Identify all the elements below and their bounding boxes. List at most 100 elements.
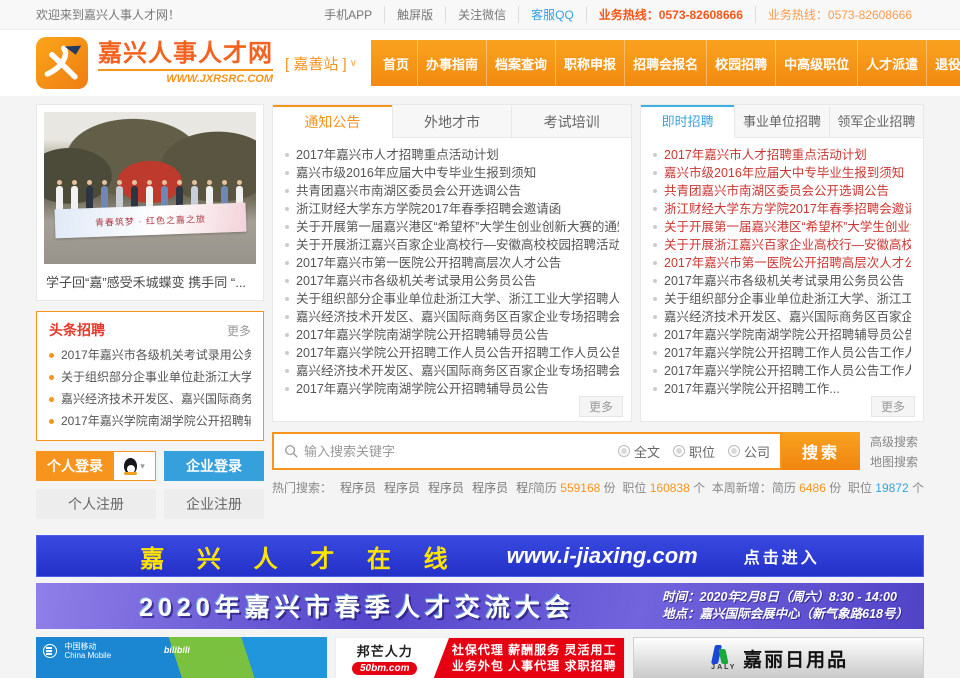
nav-item[interactable]: 校园招聘 — [706, 40, 775, 86]
notice-item[interactable]: 嘉兴经济技术开发区、嘉兴国际商务区百家企业专场招聘会公告 — [285, 308, 619, 326]
bullet-icon — [49, 397, 54, 402]
nav-item[interactable]: 办事指南 — [417, 40, 486, 86]
station-switcher[interactable]: [ 嘉善站 ] ∨ — [285, 53, 357, 74]
notice-item[interactable]: 嘉兴经济技术开发区、嘉兴国际商务区百家企业专场招聘会公告 — [285, 362, 619, 380]
hotline-secondary: 业务热线：0573-82608666 — [755, 6, 924, 23]
notice-item[interactable]: 共青团嘉兴市南湖区委员会公开选调公告 — [285, 182, 619, 200]
headline-item[interactable]: 关于组织部分企事业单位赴浙江大学... — [49, 366, 251, 388]
notice-item[interactable]: 关于开展第一届嘉兴港区“希望杯”大学生创业创新大赛的通知 — [285, 218, 619, 236]
bullet-icon — [285, 225, 289, 229]
notice-item[interactable]: 关于开展浙江嘉兴百家企业高校行—安徽高校校园招聘活动的通... — [285, 236, 619, 254]
notices-list: 2017年嘉兴市人才招聘重点活动计划嘉兴市级2016年应届大中专毕业生报到须知共… — [273, 138, 631, 398]
photo-caption[interactable]: 学子回“嘉”感受禾城蝶变 携手同 “... — [44, 264, 256, 293]
nav-item[interactable]: 招聘会报名 — [624, 40, 706, 86]
job-item[interactable]: 关于开展浙江嘉兴百家企业高校行—安徽高校校园... — [653, 236, 911, 254]
tab[interactable]: 考试培训 — [511, 105, 631, 137]
job-item[interactable]: 关于组织部分企事业单位赴浙江大学、浙江工业大... — [653, 290, 911, 308]
notice-item[interactable]: 2017年嘉兴学院南湖学院公开招聘辅导员公告 — [285, 380, 619, 398]
hot-search-word[interactable]: 程序员 — [472, 479, 508, 496]
bullet-icon — [653, 189, 657, 193]
topbar-link[interactable]: 关注微信 — [445, 6, 518, 23]
job-item[interactable]: 浙江财经大学东方学院2017年春季招聘会邀请函 — [653, 200, 911, 218]
search-input[interactable] — [304, 444, 605, 459]
topbar-link[interactable]: 手机APP — [312, 6, 384, 23]
nav-item[interactable]: 档案查询 — [486, 40, 555, 86]
notice-item[interactable]: 2017年嘉兴学院公开招聘工作人员公告开招聘工作人员公告开... — [285, 344, 619, 362]
notice-item[interactable]: 2017年嘉兴市各级机关考试录用公务员公告 — [285, 272, 619, 290]
qq-penguin-icon — [124, 458, 137, 474]
scope-radio[interactable]: 公司 — [728, 442, 770, 461]
notice-item[interactable]: 2017年嘉兴学院南湖学院公开招聘辅导员公告 — [285, 326, 619, 344]
advanced-search-link[interactable]: 高级搜索 — [870, 433, 924, 450]
job-item[interactable]: 2017年嘉兴市人才招聘重点活动计划 — [653, 146, 911, 164]
hot-search-word[interactable]: 程序员 — [516, 479, 533, 496]
job-item[interactable]: 2017年嘉兴学院公开招聘工作人员公告工作人员... — [653, 362, 911, 380]
job-item[interactable]: 关于开展第一届嘉兴港区“希望杯”大学生创业创... — [653, 218, 911, 236]
scope-radio[interactable]: 职位 — [673, 442, 715, 461]
headline-item[interactable]: 嘉兴经济技术开发区、嘉兴国际商务... — [49, 388, 251, 410]
tab[interactable]: 外地才市 — [392, 105, 512, 137]
notice-item[interactable]: 浙江财经大学东方学院2017年春季招聘会邀请函 — [285, 200, 619, 218]
bullet-icon — [285, 243, 289, 247]
banner-jiaxing-talent-online[interactable]: 嘉 兴 人 才 在 线 www.i-jiaxing.com 点击进入 — [36, 535, 924, 577]
job-item[interactable]: 嘉兴经济技术开发区、嘉兴国际商务区百家企业专... — [653, 308, 911, 326]
nav-item[interactable]: 人才派遣 — [857, 40, 926, 86]
job-item[interactable]: 2017年嘉兴学院公开招聘工作人员公告工作人员... — [653, 344, 911, 362]
map-search-link[interactable]: 地图搜索 — [870, 453, 924, 470]
news-photo[interactable]: 青春筑梦 · 红色之嘉之旅 — [44, 112, 256, 264]
bilibili-logo-text: bilibili — [164, 645, 190, 655]
site-name: 嘉兴人事人才网 — [98, 41, 273, 67]
company-login-button[interactable]: 企业登录 — [164, 451, 264, 481]
company-register-button[interactable]: 企业注册 — [164, 489, 264, 519]
notices-tabs: 通知公告外地才市考试培训 — [273, 105, 631, 138]
notice-item[interactable]: 2017年嘉兴市第一医院公开招聘高层次人才公告 — [285, 254, 619, 272]
hot-search-word[interactable]: 程序员 — [340, 479, 376, 496]
nav-item[interactable]: 中高级职位 — [775, 40, 857, 86]
notices-more-link[interactable]: 更多 — [579, 396, 623, 417]
site-title-block: 嘉兴人事人才网 WWW.JXRSRC.COM — [98, 41, 273, 85]
nav-item[interactable]: 退役军人招聘 — [926, 40, 960, 86]
hot-search-word[interactable]: 程序员 — [428, 479, 464, 496]
ad-jiali[interactable]: JALY 嘉丽日用品 — [633, 637, 924, 678]
jobs-more-link[interactable]: 更多 — [871, 396, 915, 417]
hot-search-word[interactable]: 程序员 — [384, 479, 420, 496]
job-item[interactable]: 共青团嘉兴市南湖区委员会公开选调公告 — [653, 182, 911, 200]
notice-item[interactable]: 2017年嘉兴市人才招聘重点活动计划 — [285, 146, 619, 164]
job-item[interactable]: 嘉兴市级2016年应届大中专毕业生报到须知 — [653, 164, 911, 182]
header: 嘉兴人事人才网 WWW.JXRSRC.COM [ 嘉善站 ] ∨ 首页办事指南档… — [0, 30, 960, 96]
tab[interactable]: 即时招聘 — [641, 105, 734, 138]
qq-login-dropdown[interactable]: ▾ — [114, 451, 156, 481]
bullet-icon — [653, 225, 657, 229]
personal-register-button[interactable]: 个人注册 — [36, 489, 156, 519]
bullet-icon — [285, 171, 289, 175]
site-logo[interactable] — [36, 37, 88, 89]
scope-radio[interactable]: 全文 — [618, 442, 660, 461]
notice-item[interactable]: 关于组织部分企事业单位赴浙江大学、浙江工业大学招聘人才的... — [285, 290, 619, 308]
search-scopes: 全文职位公司 — [605, 442, 770, 461]
headline-item[interactable]: 2017年嘉兴市各级机关考试录用公务... — [49, 344, 251, 366]
jiali-name: 嘉丽日用品 — [743, 645, 848, 672]
tab[interactable]: 事业单位招聘 — [734, 105, 828, 137]
personal-login-button[interactable]: 个人登录 — [36, 451, 114, 481]
tab[interactable]: 领军企业招聘 — [829, 105, 923, 137]
job-item[interactable]: 2017年嘉兴市各级机关考试录用公务员公告 — [653, 272, 911, 290]
main-nav: 首页办事指南档案查询职称申报招聘会报名校园招聘中高级职位人才派遣退役军人招聘 — [371, 40, 960, 86]
nav-item[interactable]: 职称申报 — [555, 40, 624, 86]
topbar-link[interactable]: 客服QQ — [518, 6, 586, 23]
notice-item[interactable]: 嘉兴市级2016年应届大中专毕业生报到须知 — [285, 164, 619, 182]
bullet-icon — [653, 333, 657, 337]
tab[interactable]: 通知公告 — [273, 105, 392, 138]
search-button[interactable]: 搜索 — [782, 432, 860, 470]
bullet-icon — [285, 387, 289, 391]
left-column: 青春筑梦 · 红色之嘉之旅 学子回“嘉”感受禾城蝶变 携手同 “... 头条招聘… — [36, 104, 264, 519]
headline-more-link[interactable]: 更多 — [227, 322, 251, 339]
nav-item[interactable]: 首页 — [375, 40, 417, 86]
ad-china-mobile[interactable]: 中国移动China Mobile bilibili 移动花卡 季度会员 — [36, 637, 327, 678]
job-item[interactable]: 2017年嘉兴市第一医院公开招聘高层次人才公告 — [653, 254, 911, 272]
banner-spring-job-fair[interactable]: 2020年嘉兴市春季人才交流大会 时间：2020年2月8日（周六）8:30 - … — [36, 583, 924, 629]
headline-item[interactable]: 2017年嘉兴学院南湖学院公开招聘辅... — [49, 410, 251, 432]
search-icon — [284, 444, 298, 458]
ad-bangmang-hr[interactable]: 邦芒人力 50bm.com 社保代理 薪酬服务 灵活用工 业务外包 人事代理 求… — [335, 637, 626, 678]
job-item[interactable]: 2017年嘉兴学院南湖学院公开招聘辅导员公告 — [653, 326, 911, 344]
topbar-link[interactable]: 触屏版 — [384, 6, 445, 23]
